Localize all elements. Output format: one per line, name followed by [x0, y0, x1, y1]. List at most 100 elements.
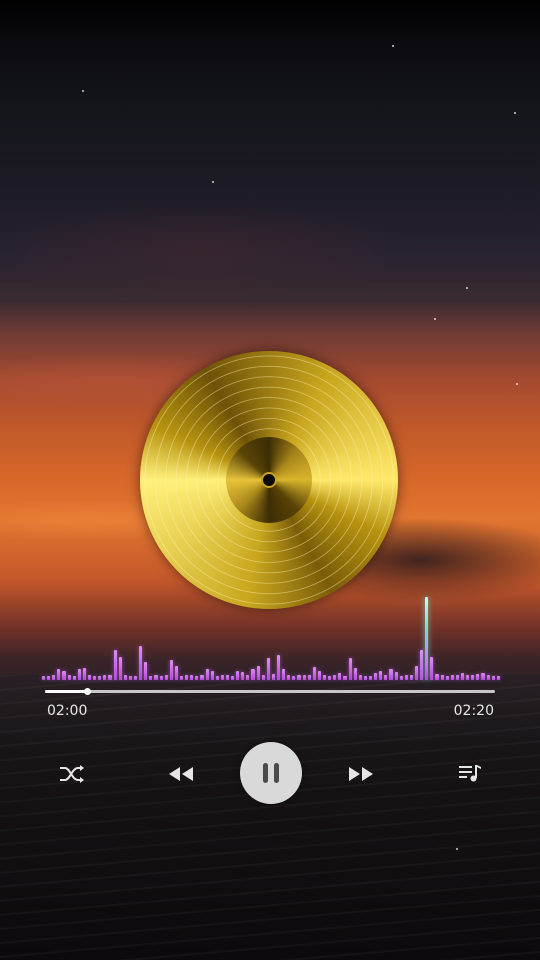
visualizer-bar [481, 673, 485, 680]
visualizer-bar [450, 675, 454, 680]
visualizer-bar [466, 675, 470, 680]
visualizer-bar [231, 676, 235, 680]
visualizer-bar [169, 660, 173, 680]
visualizer-bar [282, 669, 286, 680]
visualizer-bar [302, 675, 306, 680]
pause-icon [263, 763, 279, 783]
play-pause-button[interactable] [240, 742, 302, 804]
visualizer-bar [409, 675, 413, 680]
visualizer-bar [139, 646, 143, 680]
shuffle-icon [60, 765, 84, 783]
visualizer-bar [277, 655, 281, 680]
visualizer-bar [420, 650, 424, 680]
visualizer-bar [190, 675, 194, 680]
total-duration: 02:20 [453, 703, 494, 719]
visualizer-bar [353, 668, 357, 680]
visualizer-bar [210, 671, 214, 680]
visualizer-bar [333, 675, 337, 680]
visualizer-bar [271, 674, 276, 680]
visualizer-bar [77, 669, 81, 680]
visualizer-bar [144, 662, 148, 680]
visualizer-bar [445, 676, 449, 680]
visualizer-bar [317, 671, 322, 680]
rewind-icon [169, 767, 193, 781]
star [514, 112, 516, 114]
visualizer-bar [384, 675, 388, 680]
visualizer-bar [363, 676, 367, 680]
star [466, 287, 468, 289]
visualizer-bar [179, 676, 184, 680]
visualizer-bar [57, 669, 61, 680]
playlist-icon [459, 765, 481, 782]
visualizer-bar [394, 672, 398, 680]
visualizer-bar [220, 675, 224, 680]
visualizer-bar [338, 673, 342, 680]
audio-spectrum-visualizer [42, 590, 500, 680]
visualizer-bar [435, 674, 439, 680]
visualizer-bar [123, 675, 127, 680]
visualizer-bar [215, 676, 219, 680]
seek-bar[interactable] [45, 688, 495, 695]
visualizer-bar [486, 675, 490, 680]
elapsed-time: 02:00 [47, 703, 88, 719]
visualizer-bar [343, 676, 347, 680]
visualizer-bar [404, 675, 408, 680]
visualizer-bar [246, 675, 250, 680]
visualizer-bar [103, 675, 107, 680]
fast-forward-icon [349, 767, 373, 781]
visualizer-bar [82, 668, 86, 680]
visualizer-bar [328, 676, 332, 680]
star [434, 318, 436, 320]
visualizer-bar [225, 675, 230, 680]
visualizer-bar [154, 675, 158, 680]
visualizer-bar [379, 671, 383, 680]
star [82, 90, 84, 92]
visualizer-bar [47, 676, 51, 680]
visualizer-bar [358, 675, 362, 680]
visualizer-bar [87, 675, 92, 680]
visualizer-bar [312, 667, 316, 680]
star [456, 848, 458, 850]
visualizer-bar [164, 675, 168, 680]
previous-button[interactable] [164, 762, 198, 786]
visualizer-bar [251, 669, 255, 680]
visualizer-bar [389, 669, 393, 680]
seek-bar-fill [45, 690, 88, 693]
music-player-screen: 02:00 02:20 [0, 0, 540, 960]
visualizer-bar [185, 675, 189, 680]
visualizer-bar [108, 675, 112, 680]
visualizer-bar [149, 676, 153, 680]
visualizer-bar [72, 676, 76, 680]
visualizer-bar [128, 676, 132, 680]
visualizer-bar [425, 597, 429, 680]
visualizer-bar [241, 672, 245, 680]
star [516, 383, 518, 385]
visualizer-bar [440, 675, 444, 680]
visualizer-bar [455, 675, 459, 680]
visualizer-bar [261, 675, 265, 680]
visualizer-bar [307, 675, 311, 680]
playlist-button[interactable] [454, 760, 486, 786]
visualizer-bar [113, 650, 117, 680]
visualizer-bar [118, 657, 122, 680]
visualizer-bar [159, 676, 163, 680]
visualizer-bar [292, 676, 296, 680]
shuffle-button[interactable] [56, 762, 88, 786]
visualizer-bar [62, 671, 66, 680]
visualizer-bar [42, 676, 46, 680]
visualizer-bar [369, 676, 373, 680]
visualizer-bar [399, 676, 403, 680]
visualizer-bar [174, 666, 178, 680]
visualizer-bar [52, 675, 56, 680]
visualizer-bar [93, 676, 97, 680]
visualizer-bar [205, 669, 209, 680]
visualizer-bar [414, 666, 419, 680]
visualizer-bar [496, 676, 500, 680]
visualizer-bar [430, 657, 434, 680]
next-button[interactable] [344, 762, 378, 786]
visualizer-bar [195, 676, 199, 680]
visualizer-bar [133, 676, 138, 680]
visualizer-bar [491, 676, 495, 680]
vinyl-record-artwork [140, 351, 398, 609]
visualizer-bar [297, 675, 301, 680]
